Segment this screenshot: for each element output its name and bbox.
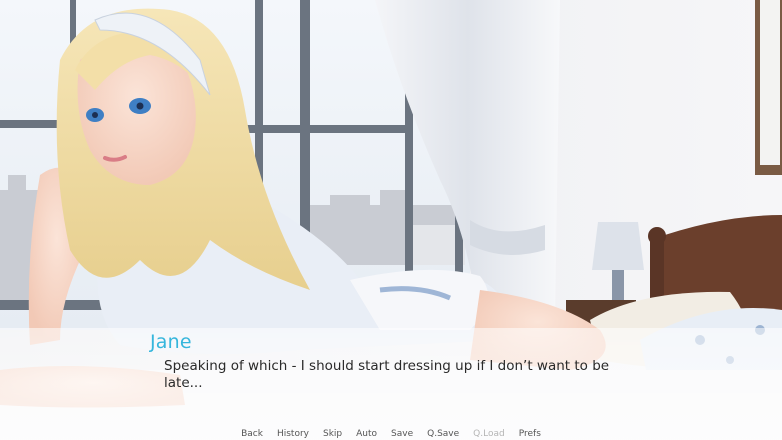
- quick-load-button[interactable]: Q.Load: [466, 428, 512, 440]
- quick-save-button[interactable]: Q.Save: [420, 428, 466, 440]
- quick-menu: Back History Skip Auto Save Q.Save Q.Loa…: [0, 428, 782, 440]
- history-button[interactable]: History: [270, 428, 316, 440]
- back-button[interactable]: Back: [234, 428, 270, 440]
- dialogue-text: Speaking of which - I should start dress…: [164, 358, 610, 391]
- prefs-button[interactable]: Prefs: [512, 428, 548, 440]
- skip-button[interactable]: Skip: [316, 428, 349, 440]
- speaker-name: Jane: [150, 331, 192, 353]
- save-button[interactable]: Save: [384, 428, 420, 440]
- auto-button[interactable]: Auto: [349, 428, 384, 440]
